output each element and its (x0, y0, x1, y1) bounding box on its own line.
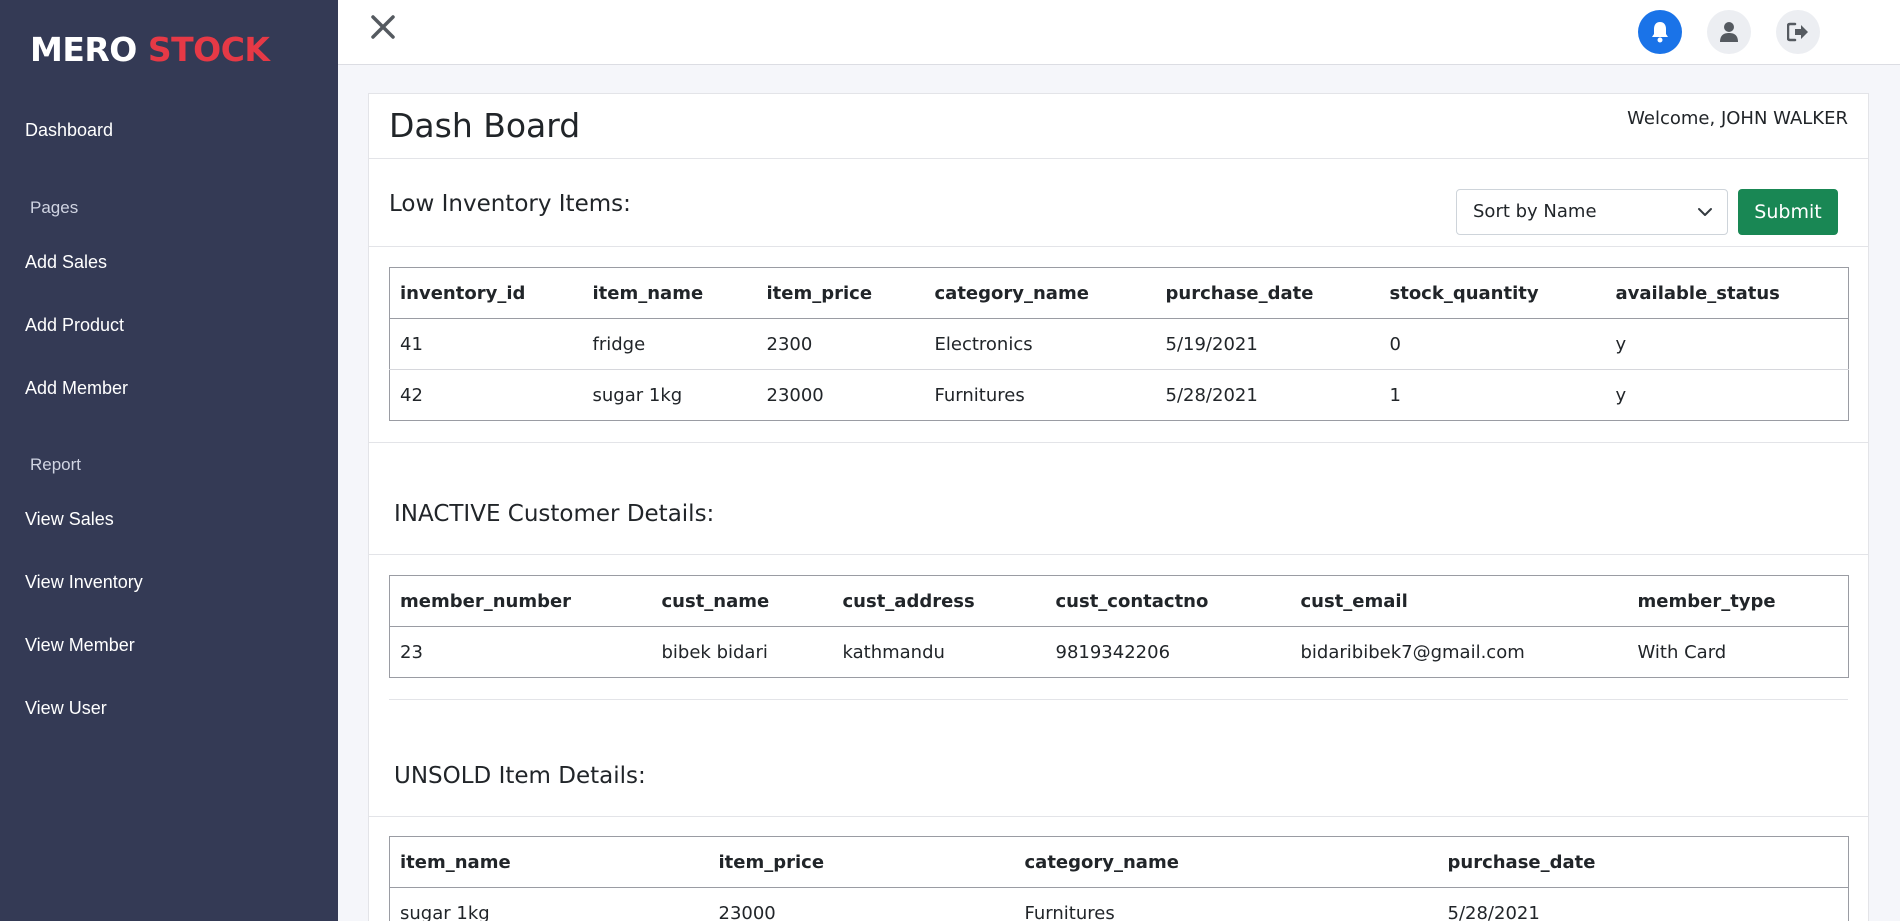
table-cell: 1 (1389, 384, 1401, 406)
inactive-customers-title: INACTIVE Customer Details: (394, 501, 715, 527)
sidebar-heading-pages: Pages (30, 198, 79, 217)
table-cell: sugar 1kg (592, 384, 683, 406)
table-cell: kathmandu (842, 641, 945, 663)
sidebar-heading-report: Report (30, 455, 82, 474)
sidebar-item-view-inventory[interactable]: View Inventory (25, 572, 143, 593)
table-cell: 9819342206 (1055, 641, 1171, 663)
sidebar-item-view-member[interactable]: View Member (25, 635, 135, 656)
column-header: cust_name (651, 575, 833, 627)
table-cell: 0 (1379, 318, 1606, 370)
column-header: member_type (1627, 575, 1849, 627)
table-row: 23 bibek bidari kathmandu 9819342206 bid… (390, 627, 1849, 678)
brand-logo[interactable]: MERO STOCK (30, 30, 270, 69)
column-header: category_name (924, 267, 1156, 319)
column-header: item_name (582, 267, 757, 319)
divider (369, 554, 1868, 555)
table-cell: 42 (400, 384, 423, 406)
table-cell: Furnitures (1024, 902, 1115, 921)
column-header: stock_quantity (1379, 267, 1606, 319)
topbar (338, 0, 1900, 65)
table-cell: Electronics (924, 318, 1156, 370)
page-title: Dash Board (389, 106, 581, 145)
table-cell: 23000 (718, 902, 776, 921)
unsold-items-table: item_name item_price category_name purch… (389, 836, 1849, 921)
inactive-customers-table: member_number cust_name cust_address cus… (389, 575, 1849, 678)
bell-icon[interactable] (1638, 10, 1682, 54)
table-cell: With Card (1637, 641, 1727, 663)
column-header: member_number (389, 575, 652, 627)
chevron-down-icon (1698, 208, 1712, 216)
card-header: Dash Board Welcome, JOHN WALKER (369, 94, 1868, 159)
user-icon[interactable] (1707, 10, 1751, 54)
sidebar-item-add-product[interactable]: Add Product (25, 315, 124, 336)
column-header: purchase_date (1437, 836, 1849, 888)
column-header: category_name (1014, 836, 1438, 888)
table-cell: 41 (389, 318, 583, 370)
table-cell: 5/28/2021 (1165, 384, 1258, 406)
table-row: sugar 1kg 23000 Furnitures 5/28/2021 (390, 888, 1849, 921)
unsold-items-title: UNSOLD Item Details: (394, 763, 646, 789)
sidebar-item-view-user[interactable]: View User (25, 698, 107, 719)
sidebar-item-dashboard[interactable]: Dashboard (25, 120, 113, 141)
column-header: cust_email (1290, 575, 1628, 627)
sidebar: MERO STOCK Dashboard Pages Add Sales Add… (0, 0, 338, 921)
divider (369, 442, 1868, 443)
divider (389, 699, 1848, 700)
sidebar-item-add-member[interactable]: Add Member (25, 378, 128, 399)
table-cell: 2300 (756, 318, 925, 370)
table-row: 42 sugar 1kg 23000 Furnitures 5/28/2021 … (390, 370, 1849, 421)
column-header: item_price (756, 267, 925, 319)
divider (369, 816, 1868, 817)
table-cell: sugar 1kg (400, 902, 490, 921)
dashboard-card: Dash Board Welcome, JOHN WALKER Low Inve… (368, 93, 1869, 921)
low-inventory-table: inventory_id item_name item_price catego… (389, 267, 1849, 421)
table-cell: 23 (400, 641, 423, 663)
column-header: cust_address (832, 575, 1046, 627)
low-inventory-title: Low Inventory Items: (389, 191, 631, 217)
table-header-row: item_name item_price category_name purch… (389, 836, 1849, 888)
close-icon[interactable] (368, 12, 398, 42)
column-header: inventory_id (389, 267, 583, 319)
column-header: cust_contactno (1045, 575, 1291, 627)
table-cell: y (1615, 384, 1627, 406)
column-header: purchase_date (1155, 267, 1380, 319)
sidebar-item-add-sales[interactable]: Add Sales (25, 252, 107, 273)
submit-button[interactable]: Submit (1738, 189, 1838, 235)
table-row: 41 fridge 2300 Electronics 5/19/2021 0 y (389, 318, 1849, 370)
brand-part2: STOCK (147, 30, 270, 69)
table-cell: y (1605, 318, 1849, 370)
table-header-row: member_number cust_name cust_address cus… (389, 575, 1849, 627)
sidebar-item-view-sales[interactable]: View Sales (25, 509, 114, 530)
table-cell: 5/19/2021 (1155, 318, 1380, 370)
welcome-text: Welcome, JOHN WALKER (1627, 108, 1848, 129)
table-header-row: inventory_id item_name item_price catego… (389, 267, 1849, 319)
table-cell: bibek bidari (661, 641, 768, 663)
table-cell: Furnitures (934, 384, 1025, 406)
column-header: available_status (1605, 267, 1849, 319)
logout-icon[interactable] (1776, 10, 1820, 54)
sort-select[interactable]: Sort by Name (1456, 189, 1728, 235)
column-header: item_price (708, 836, 1015, 888)
column-header: item_name (389, 836, 709, 888)
brand-part1: MERO (30, 30, 137, 69)
table-cell: fridge (582, 318, 757, 370)
divider (369, 246, 1868, 247)
table-cell: 23000 (766, 384, 824, 406)
table-cell: bidaribibek7@gmail.com (1300, 641, 1525, 663)
table-cell: 5/28/2021 (1447, 902, 1540, 921)
sort-select-value: Sort by Name (1473, 201, 1597, 222)
